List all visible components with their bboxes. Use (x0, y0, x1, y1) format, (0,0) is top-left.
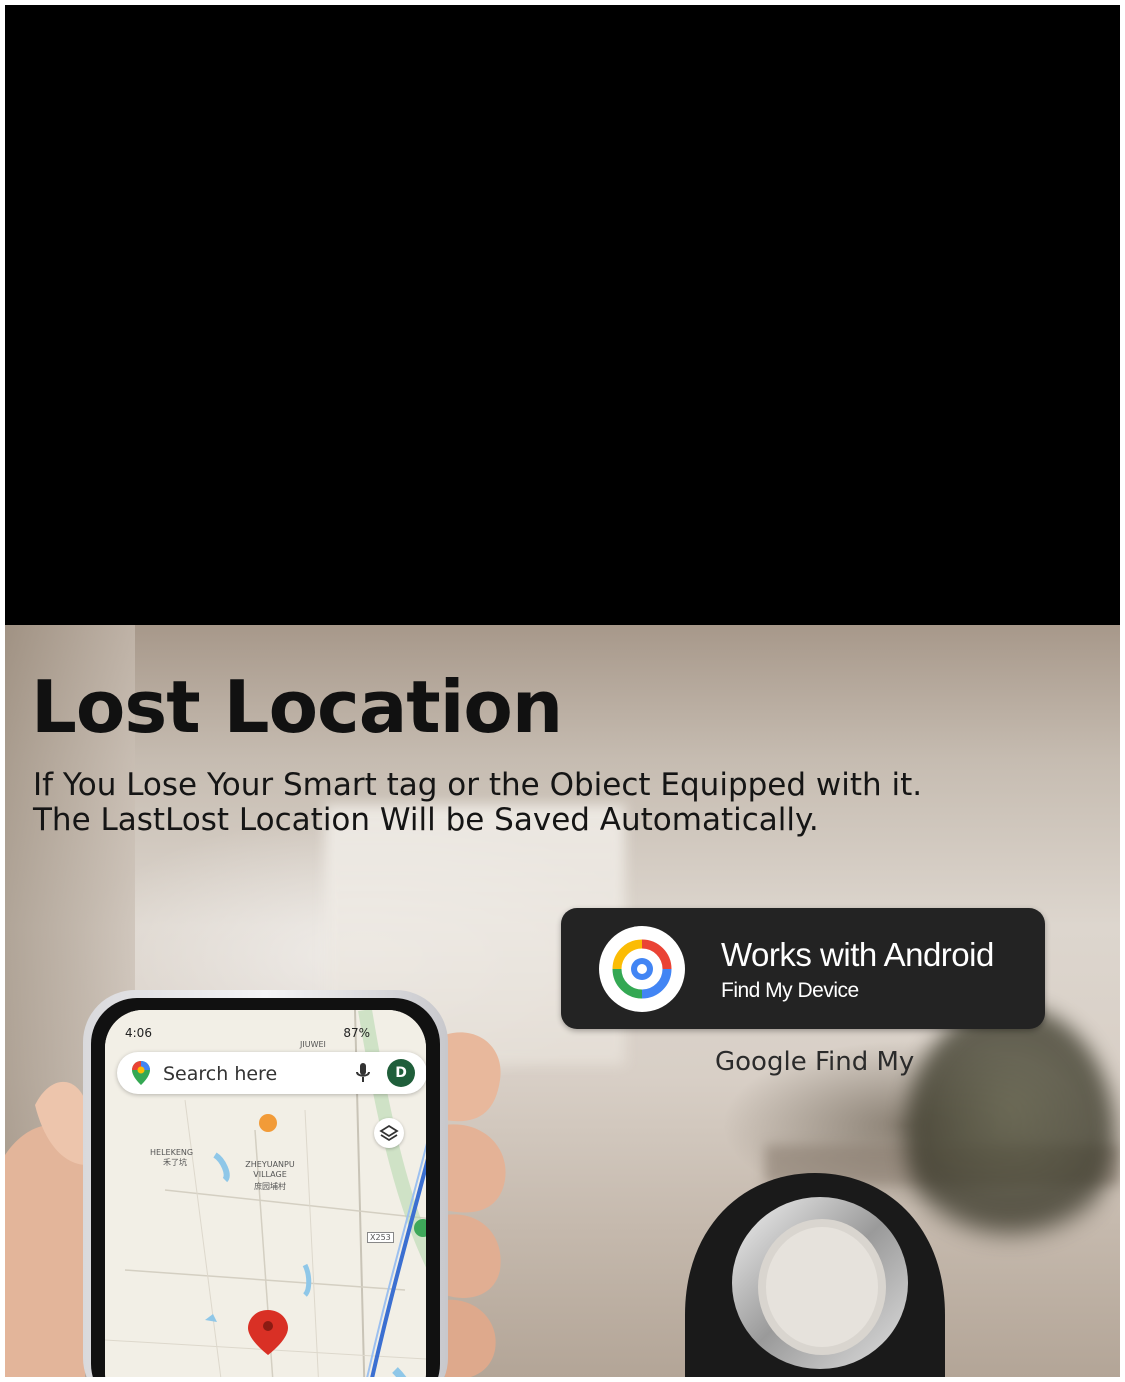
map-label-left: HELEKENG (150, 1148, 194, 1157)
description: If You Lose Your Smart tag or the Obiect… (33, 767, 923, 838)
phone-bezel: 4:06 87% JIUWEI ZHEYUANPU VILLAGE 庶园埔村 H… (91, 998, 440, 1377)
black-banner (5, 5, 1120, 625)
smart-tag-device (685, 1173, 945, 1377)
badge-subtitle: Find My Device (721, 979, 859, 1002)
status-time: 4:06 (125, 1026, 152, 1040)
map-label-village-cn: 庶园埔村 (254, 1182, 286, 1191)
search-input[interactable]: Search here (163, 1063, 277, 1085)
map-label-left-cn: 禾了坑 (163, 1158, 187, 1167)
microphone-icon[interactable] (355, 1062, 371, 1084)
badge-caption: Google Find My (715, 1047, 915, 1077)
maps-screen: 4:06 87% JIUWEI ZHEYUANPU VILLAGE 庶园埔村 H… (105, 1010, 426, 1377)
badge-title: Works with Android (721, 936, 994, 973)
maps-search-bar[interactable]: Search here D (117, 1052, 426, 1094)
find-my-device-icon (599, 926, 685, 1012)
works-with-android-badge: Works with Android Find My Device (561, 908, 1045, 1029)
road-label: X253 (367, 1232, 394, 1243)
smartphone: 4:06 87% JIUWEI ZHEYUANPU VILLAGE 庶园埔村 H… (83, 990, 448, 1377)
layers-button[interactable] (374, 1118, 404, 1148)
maps-pin-icon (132, 1061, 150, 1085)
account-avatar[interactable]: D (387, 1059, 415, 1087)
map-label-village: ZHEYUANPU VILLAGE (245, 1160, 295, 1179)
layers-icon (379, 1124, 399, 1142)
map-label-top: JIUWEI (300, 1040, 326, 1049)
headline: Lost Location (31, 665, 563, 749)
lifestyle-photo: Lost Location If You Lose Your Smart tag… (5, 625, 1120, 1377)
status-battery: 87% (343, 1026, 370, 1040)
product-image: Lost Location If You Lose Your Smart tag… (5, 5, 1120, 1377)
